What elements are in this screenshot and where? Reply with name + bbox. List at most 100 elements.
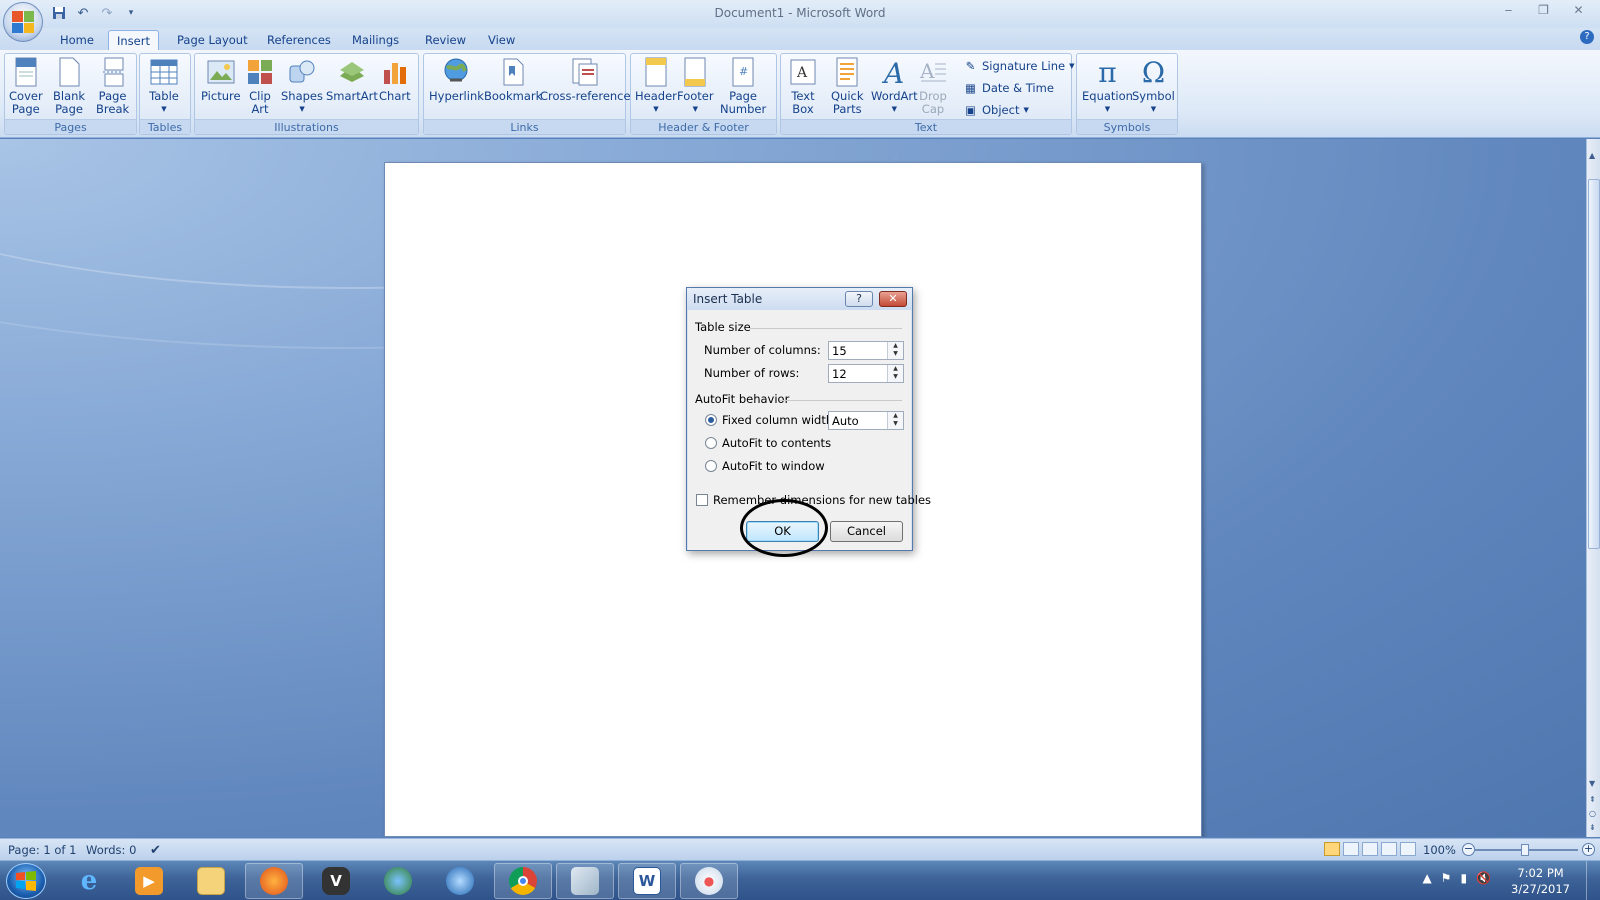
dialog-close-button[interactable]: ✕ — [879, 291, 907, 307]
cover-page-button[interactable]: Cover Page — [9, 56, 43, 116]
next-page-icon[interactable]: ⇟ — [1589, 823, 1596, 832]
browse-object-icon[interactable]: ○ — [1589, 809, 1596, 818]
taskbar-notes-app[interactable] — [556, 863, 614, 899]
taskbar-network-app[interactable] — [431, 863, 489, 899]
spin-up-icon[interactable]: ▲ — [888, 412, 903, 420]
blank-page-button[interactable]: Blank Page — [53, 56, 85, 116]
page-number-button[interactable]: # Page Number — [720, 56, 766, 116]
spin-up-icon[interactable]: ▲ — [888, 342, 903, 350]
print-layout-icon[interactable] — [1324, 842, 1340, 856]
taskbar-vpn[interactable]: V — [307, 863, 365, 899]
pi-icon: π — [1098, 55, 1117, 89]
scroll-up-icon[interactable]: ▲ — [1589, 151, 1595, 160]
taskbar-chrome[interactable] — [494, 863, 552, 899]
text-box-button[interactable]: A Text Box — [788, 56, 818, 116]
show-desktop-button[interactable] — [1586, 861, 1600, 900]
drop-cap-button[interactable]: A Drop Cap — [918, 56, 948, 116]
chart-icon — [380, 56, 410, 88]
table-button[interactable]: Table ▼ — [149, 56, 179, 116]
spin-down-icon[interactable]: ▼ — [888, 373, 903, 381]
word-count[interactable]: Words: 0 — [86, 843, 136, 857]
tab-page-layout[interactable]: Page Layout — [169, 30, 256, 50]
minimize-button[interactable]: ‒ — [1491, 0, 1526, 20]
web-layout-icon[interactable] — [1362, 842, 1378, 856]
taskbar-firefox[interactable] — [245, 863, 303, 899]
cancel-button[interactable]: Cancel — [830, 521, 903, 542]
spin-up-icon[interactable]: ▲ — [888, 365, 903, 373]
scrollbar-thumb[interactable] — [1588, 179, 1600, 549]
equation-button[interactable]: π Equation ▼ — [1082, 56, 1133, 116]
save-icon[interactable] — [50, 4, 68, 22]
autofit-window-radio[interactable]: AutoFit to window — [705, 459, 825, 473]
page-count[interactable]: Page: 1 of 1 — [8, 843, 76, 857]
full-screen-reading-icon[interactable] — [1343, 842, 1359, 856]
tab-mailings[interactable]: Mailings — [344, 30, 407, 50]
proofing-icon[interactable]: ✔ — [150, 843, 161, 858]
tab-view[interactable]: View — [480, 30, 523, 50]
tab-home[interactable]: Home — [52, 30, 102, 50]
date-time-button[interactable]: ▦ Date & Time — [963, 80, 1054, 95]
previous-page-icon[interactable]: ⇞ — [1589, 795, 1596, 804]
smartart-button[interactable]: SmartArt — [326, 56, 378, 103]
insert-table-dialog: Insert Table ? ✕ Table size Number of co… — [686, 287, 931, 551]
customize-qat-icon[interactable]: ▾ — [122, 4, 140, 22]
columns-input[interactable]: 15 — [832, 344, 847, 358]
fixed-width-radio[interactable]: Fixed column width: — [705, 413, 837, 427]
object-button[interactable]: ▣ Object ▼ — [963, 102, 1029, 117]
action-center-flag-icon[interactable]: ⚑ — [1441, 871, 1452, 885]
outline-icon[interactable] — [1381, 842, 1397, 856]
taskbar-file-explorer[interactable] — [182, 863, 240, 899]
fixed-width-spinner[interactable]: Auto ▲ ▼ — [828, 411, 904, 430]
draft-icon[interactable] — [1400, 842, 1416, 856]
zoom-slider-thumb[interactable] — [1521, 844, 1529, 856]
header-button[interactable]: Header ▼ — [635, 56, 677, 116]
show-hidden-icons-icon[interactable]: ▲ — [1422, 871, 1431, 885]
redo-icon[interactable]: ↷ — [98, 4, 116, 22]
taskbar-media-player[interactable]: ▶ — [120, 863, 178, 899]
undo-icon[interactable]: ↶ — [74, 4, 92, 22]
columns-spinner[interactable]: 15 ▲ ▼ — [828, 341, 904, 360]
start-button[interactable] — [6, 863, 46, 899]
rows-spinner[interactable]: 12 ▲ ▼ — [828, 364, 904, 383]
dialog-help-button[interactable]: ? — [845, 291, 873, 307]
blank-page-icon — [54, 56, 84, 88]
clock[interactable]: 7:02 PM 3/27/2017 — [1511, 865, 1570, 897]
symbol-button[interactable]: Ω Symbol ▼ — [1132, 56, 1175, 116]
spin-down-icon[interactable]: ▼ — [888, 420, 903, 428]
signature-line-button[interactable]: ✎ Signature Line ▼ — [963, 58, 1075, 73]
close-button[interactable]: ✕ — [1561, 0, 1596, 20]
fixed-width-input[interactable]: Auto — [832, 414, 859, 428]
tab-insert[interactable]: Insert — [108, 30, 159, 50]
cross-reference-button[interactable]: Cross-reference — [540, 56, 631, 103]
remember-dimensions-checkbox[interactable]: Remember dimensions for new tables — [696, 493, 931, 507]
rows-input[interactable]: 12 — [832, 367, 847, 381]
hyperlink-button[interactable]: Hyperlink — [429, 56, 484, 103]
network-signal-icon[interactable]: ▮ — [1460, 871, 1467, 885]
restore-button[interactable]: ❐ — [1526, 0, 1561, 20]
picture-button[interactable]: Picture — [201, 56, 241, 103]
scroll-down-icon[interactable]: ▼ — [1589, 779, 1595, 788]
spin-down-icon[interactable]: ▼ — [888, 350, 903, 358]
help-icon[interactable]: ? — [1580, 30, 1594, 44]
zoom-level[interactable]: 100% — [1423, 843, 1456, 857]
tab-review[interactable]: Review — [417, 30, 474, 50]
quick-parts-button[interactable]: Quick Parts — [831, 56, 864, 116]
page-break-button[interactable]: Page Break — [96, 56, 129, 116]
shapes-button[interactable]: Shapes ▼ — [281, 56, 323, 116]
taskbar-globe-app[interactable] — [369, 863, 427, 899]
vertical-scrollbar[interactable]: ▲ ▼ ⇞ ○ ⇟ — [1586, 139, 1600, 837]
zoom-in-icon[interactable]: + — [1582, 843, 1595, 856]
wordart-button[interactable]: A WordArt ▼ — [871, 56, 918, 116]
ok-button[interactable]: OK — [746, 521, 819, 542]
bookmark-button[interactable]: Bookmark — [484, 56, 542, 103]
office-button[interactable] — [3, 2, 43, 42]
footer-button[interactable]: Footer ▼ — [677, 56, 714, 116]
taskbar-internet-explorer[interactable]: e — [60, 863, 118, 899]
taskbar-paint[interactable]: ● — [680, 863, 738, 899]
taskbar-word[interactable]: W — [618, 863, 676, 899]
volume-muted-icon[interactable]: 🔇 — [1476, 871, 1491, 885]
autofit-contents-radio[interactable]: AutoFit to contents — [705, 436, 831, 450]
tab-references[interactable]: References — [259, 30, 339, 50]
chart-button[interactable]: Chart — [379, 56, 411, 103]
clip-art-button[interactable]: Clip Art — [245, 56, 275, 116]
